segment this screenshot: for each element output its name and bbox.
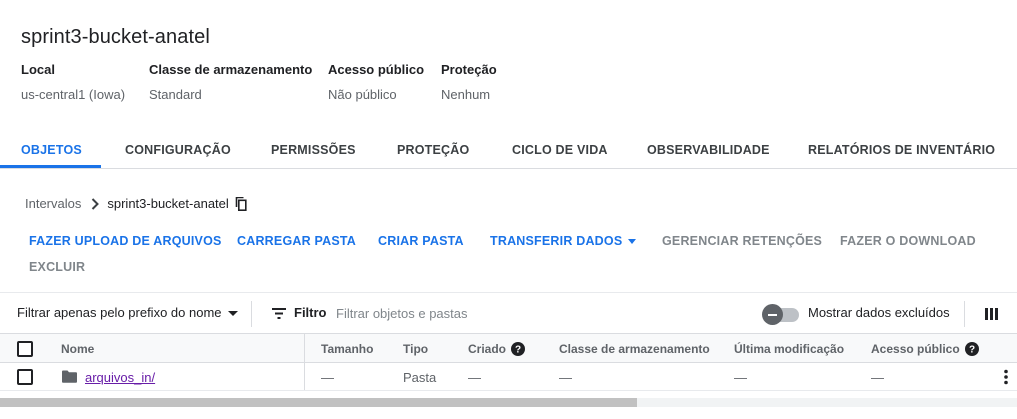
delete-button[interactable]: EXCLUIR [29,260,85,274]
more-vert-icon[interactable] [1003,369,1009,390]
upload-folder-button[interactable]: CARREGAR PASTA [237,234,356,248]
transfer-data-label: TRANSFERIR DADOS [490,234,623,248]
tab-inventory-reports[interactable]: RELATÓRIOS DE INVENTÁRIO [808,143,995,157]
column-header-public-access[interactable]: Acesso público? [871,342,979,356]
meta-location-value: us-central1 (Iowa) [21,87,126,102]
filter-label: Filtro [294,305,327,320]
meta-storage-class-label: Classe de armazenamento [149,62,313,77]
column-header-storage-class[interactable]: Classe de armazenamento [559,342,710,356]
table-row[interactable]: arquivos_in/ — Pasta — — — — [0,363,1017,391]
breadcrumb: Intervalos sprint3-bucket-anatel [25,196,247,211]
filter-bar: Filtrar apenas pelo prefixo do nome Filt… [0,292,1017,334]
row-checkbox[interactable] [17,369,33,385]
horizontal-scrollbar-thumb[interactable] [0,398,637,407]
show-deleted-label: Mostrar dados excluídos [808,305,950,320]
filter-input[interactable] [336,303,726,323]
manage-holds-button[interactable]: GERENCIAR RETENÇÕES [662,234,822,248]
prefix-filter-label: Filtrar apenas pelo prefixo do nome [17,305,222,320]
tab-permissions[interactable]: PERMISSÕES [271,143,356,157]
meta-public-access: Acesso público Não público [328,62,424,102]
folder-link[interactable]: arquivos_in/ [85,370,155,385]
caret-down-icon [227,311,238,317]
folder-icon [62,370,77,388]
chevron-right-icon [91,197,100,210]
bucket-title: sprint3-bucket-anatel [21,26,210,48]
meta-location-label: Local [21,62,55,77]
column-header-size[interactable]: Tamanho [321,342,373,356]
cell-public-access: — [871,370,884,385]
column-header-created[interactable]: Criado? [468,342,526,356]
cell-storage-class: — [559,370,572,385]
breadcrumb-buckets-link[interactable]: Intervalos [25,196,81,211]
column-header-public-access-label: Acesso público [871,342,960,356]
upload-files-button[interactable]: FAZER UPLOAD DE ARQUIVOS [29,234,222,248]
cell-created: — [468,370,481,385]
active-tab-indicator [0,165,101,168]
column-divider [304,334,305,362]
column-divider [304,363,305,390]
create-folder-button[interactable]: CRIAR PASTA [378,234,464,248]
filter-icon [272,306,286,324]
select-all-checkbox[interactable] [17,341,33,357]
copy-icon[interactable] [235,196,247,211]
svg-text:?: ? [515,345,521,356]
tab-configuration[interactable]: CONFIGURAÇÃO [125,143,231,157]
tab-observability[interactable]: OBSERVABILIDADE [647,143,770,157]
tab-bar: OBJETOS CONFIGURAÇÃO PERMISSÕES PROTEÇÃO… [0,130,1017,169]
meta-protection-value: Nenhum [441,87,491,102]
breadcrumb-current-bucket: sprint3-bucket-anatel [107,196,229,211]
transfer-data-button[interactable]: TRANSFERIR DADOS [490,234,637,248]
table-header: Nome Tamanho Tipo Criado? Classe de arma… [0,334,1017,363]
download-button[interactable]: FAZER O DOWNLOAD [840,234,976,248]
column-header-type[interactable]: Tipo [403,342,428,356]
tab-lifecycle[interactable]: CICLO DE VIDA [512,143,608,157]
caret-down-icon [628,239,637,245]
cell-size: — [321,370,334,385]
svg-text:?: ? [969,345,975,356]
help-icon[interactable]: ? [964,342,979,356]
column-display-icon[interactable] [985,307,998,325]
column-header-created-label: Criado [468,342,507,356]
column-header-last-modified[interactable]: Última modificação [734,342,844,356]
meta-storage-class: Classe de armazenamento Standard [149,62,312,102]
toggle-knob[interactable] [762,304,783,325]
prefix-filter-dropdown[interactable]: Filtrar apenas pelo prefixo do nome [17,305,238,320]
divider [964,301,965,327]
meta-location: Local us-central1 (Iowa) [21,62,125,102]
meta-public-access-value: Não público [328,87,397,102]
tab-objects[interactable]: OBJETOS [21,143,82,157]
cell-type: Pasta [403,370,437,385]
meta-public-access-label: Acesso público [328,62,425,77]
divider [251,301,252,327]
help-icon[interactable]: ? [511,342,526,356]
tab-protection[interactable]: PROTEÇÃO [397,143,469,157]
column-header-name[interactable]: Nome [61,342,94,356]
meta-storage-class-value: Standard [149,87,202,102]
meta-protection-label: Proteção [441,62,497,77]
cell-last-modified: — [734,370,747,385]
meta-protection: Proteção Nenhum [441,62,497,102]
